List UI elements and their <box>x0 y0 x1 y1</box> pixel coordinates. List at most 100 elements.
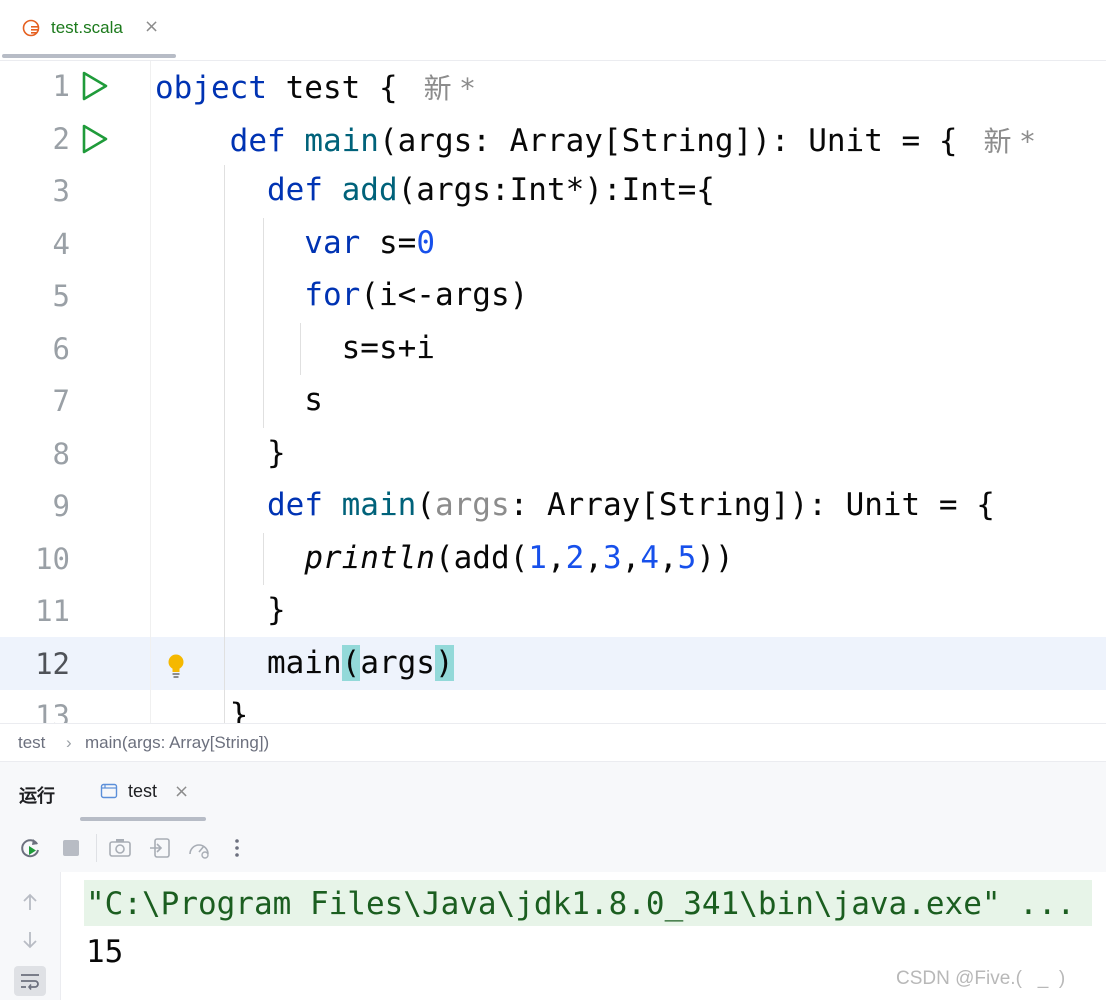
code-token: (add( <box>434 539 529 576</box>
watermark: CSDN @Five.( _ ) <box>896 968 1066 989</box>
breadcrumb: test › main(args: Array[String]) <box>0 723 1106 762</box>
rerun-icon[interactable] <box>19 836 43 860</box>
code-token: 4 <box>640 539 659 576</box>
run-tab-label: test <box>128 781 158 801</box>
code-line[interactable]: 5 for(i<-args) <box>0 271 1106 323</box>
console-command-text: "C:\Program Files\Java\jdk1.8.0_341\bin\… <box>86 886 1076 922</box>
code-token: main <box>155 644 342 681</box>
code-line[interactable]: 8 } <box>0 429 1106 481</box>
code-line[interactable]: 6 s=s+i <box>0 324 1106 376</box>
code-token: s=s+i <box>155 329 435 366</box>
code-text: def main(args: Array[String]): Unit = { 新… <box>155 120 1035 160</box>
line-number: 7 <box>52 384 70 418</box>
code-token: 2 <box>565 539 585 576</box>
stop-icon[interactable] <box>59 836 83 860</box>
code-text: def main(args: Array[String]): Unit = { <box>155 487 995 523</box>
code-token: , <box>621 539 641 576</box>
code-text: } <box>155 435 286 471</box>
breadcrumb-item-main[interactable]: main(args: Array[String]) <box>85 733 269 753</box>
code-text: def add(args:Int*):Int={ <box>155 172 715 208</box>
code-token: println <box>304 539 435 576</box>
console-output: 15 <box>86 934 124 970</box>
code-token: object <box>155 70 267 106</box>
code-line[interactable]: 11 } <box>0 586 1106 638</box>
code-text: } <box>155 697 249 723</box>
code-token: ) <box>434 644 454 681</box>
console-command-line: "C:\Program Files\Java\jdk1.8.0_341\bin\… <box>84 880 1092 926</box>
run-tab-test[interactable]: test × <box>80 762 206 822</box>
console-side-toolbar <box>0 872 61 1000</box>
line-number: 8 <box>52 436 70 471</box>
tab-test-scala[interactable]: test.scala × <box>0 0 176 60</box>
toolbar-separator <box>96 834 97 862</box>
code-token: test { <box>266 70 398 106</box>
code-token: var <box>155 224 361 261</box>
code-line[interactable]: 4 var s=0 <box>0 219 1106 271</box>
code-token: 0 <box>416 224 435 261</box>
code-token: ( <box>416 487 435 523</box>
line-number: 12 <box>35 646 70 681</box>
run-console[interactable]: "C:\Program Files\Java\jdk1.8.0_341\bin\… <box>0 872 1106 1000</box>
code-token: , <box>584 539 603 576</box>
code-token: args <box>434 487 510 523</box>
run-gutter-icon[interactable] <box>80 70 110 102</box>
line-number: 4 <box>52 226 70 261</box>
code-text: println(add(1,2,3,4,5)) <box>155 539 734 576</box>
code-token: (args: Array[String]): Unit = { <box>378 122 958 159</box>
code-token: main <box>304 122 379 159</box>
code-token: } <box>155 592 286 628</box>
code-token: 5 <box>677 539 697 576</box>
code-token: : Array[String]): Unit = { <box>509 487 995 523</box>
code-line[interactable]: 3 def add(args:Int*):Int={ <box>0 166 1106 218</box>
performance-icon[interactable] <box>187 836 211 860</box>
code-token: args <box>360 644 435 681</box>
code-token: main <box>341 487 417 523</box>
code-token: 3 <box>602 539 622 576</box>
code-token: def <box>155 172 342 208</box>
screenshot-icon[interactable] <box>108 836 132 860</box>
code-text: object test { 新 * <box>155 67 475 107</box>
line-number: 9 <box>52 489 70 523</box>
line-number: 13 <box>35 699 70 723</box>
code-token: s= <box>360 224 417 261</box>
code-token: (args:Int*):Int={ <box>397 172 715 208</box>
code-line[interactable]: 12 main(args) <box>0 639 1106 691</box>
code-text: var s=0 <box>155 225 435 261</box>
run-tool-window-header: 运行 test × <box>0 761 1106 823</box>
code-token: def <box>155 122 305 159</box>
code-line[interactable]: 9 def main(args: Array[String]): Unit = … <box>0 481 1106 533</box>
line-number: 11 <box>35 594 70 628</box>
editor-tab-bar: test.scala × <box>0 0 1106 61</box>
code-token: , <box>659 539 678 576</box>
code-token: def <box>155 487 342 523</box>
close-icon[interactable]: × <box>144 16 159 37</box>
scala-file-icon <box>22 19 40 37</box>
arrow-down-icon[interactable] <box>18 928 42 952</box>
run-toolbar <box>0 822 1106 872</box>
code-line[interactable]: 7 s <box>0 376 1106 428</box>
code-text: s <box>155 382 323 418</box>
code-line[interactable]: 10 println(add(1,2,3,4,5)) <box>0 534 1106 586</box>
code-token: 1 <box>528 539 547 576</box>
code-line[interactable]: 2 def main(args: Array[String]): Unit = … <box>0 114 1106 166</box>
line-number: 5 <box>52 279 70 313</box>
arrow-up-icon[interactable] <box>18 890 42 914</box>
line-number: 10 <box>35 541 70 576</box>
code-line[interactable]: 1 object test { 新 * <box>0 61 1106 113</box>
author-hint[interactable]: 新 * <box>424 72 475 105</box>
code-token: (i<-args) <box>360 277 529 313</box>
breadcrumb-item-test[interactable]: test <box>18 733 45 753</box>
run-gutter-icon[interactable] <box>80 123 110 155</box>
more-icon[interactable] <box>225 836 249 860</box>
close-icon[interactable]: × <box>174 781 189 802</box>
author-hint[interactable]: 新 * <box>984 125 1035 158</box>
code-token: )) <box>696 539 734 576</box>
tab-label: test.scala <box>51 18 123 37</box>
code-editor[interactable]: 1 object test {新 * 2 def main(args: Array[… <box>0 61 1106 723</box>
restore-layout-icon[interactable] <box>148 836 172 860</box>
breadcrumb-separator: › <box>66 733 72 752</box>
soft-wrap-toggle[interactable] <box>14 966 46 996</box>
code-line[interactable]: 13 } <box>0 691 1106 723</box>
code-token: ( <box>341 644 361 681</box>
line-number: 1 <box>52 69 70 103</box>
